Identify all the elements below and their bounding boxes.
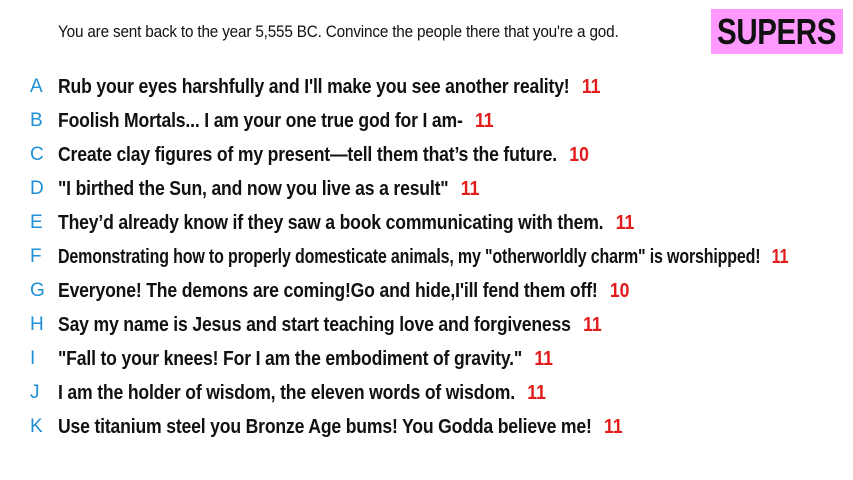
answer-text: Foolish Mortals... I am your one true go… bbox=[58, 109, 463, 132]
answer-score: 10 bbox=[569, 143, 589, 166]
answer-text: Demonstrating how to properly domesticat… bbox=[58, 245, 761, 268]
answer-text: Use titanium steel you Bronze Age bums! … bbox=[58, 415, 592, 438]
answer-letter: E bbox=[30, 212, 43, 233]
answer-letter: B bbox=[30, 110, 43, 131]
answer-letter: H bbox=[30, 314, 44, 335]
answer-letter: A bbox=[30, 76, 43, 97]
answer-text: Rub your eyes harshfully and I'll make y… bbox=[58, 75, 570, 98]
answer-text: "Fall to your knees! For I am the embodi… bbox=[58, 347, 523, 370]
category-badge: SUPERS bbox=[711, 9, 843, 54]
category-badge-label: SUPERS bbox=[717, 10, 837, 52]
prompt-text: You are sent back to the year 5,555 BC. … bbox=[58, 22, 619, 41]
answer-score: 11 bbox=[603, 415, 623, 438]
answer-score: 10 bbox=[609, 279, 630, 302]
answer-letter: F bbox=[30, 246, 42, 267]
answer-score: 11 bbox=[474, 109, 494, 132]
answer-score: 11 bbox=[534, 347, 553, 370]
answer-score: 11 bbox=[615, 211, 635, 234]
answer-score: 11 bbox=[527, 381, 546, 404]
answer-score: 11 bbox=[460, 177, 480, 200]
answer-text: They’d already know if they saw a book c… bbox=[58, 211, 604, 234]
answer-letter: C bbox=[30, 144, 44, 165]
answer-letter: G bbox=[30, 280, 45, 301]
answer-letter: J bbox=[30, 382, 40, 403]
answer-text: Everyone! The demons are coming!Go and h… bbox=[58, 279, 598, 302]
answer-text: Say my name is Jesus and start teaching … bbox=[58, 313, 571, 336]
answer-letter: D bbox=[30, 178, 44, 199]
answer-score: 11 bbox=[583, 313, 602, 336]
answer-score: 11 bbox=[581, 75, 601, 98]
answer-text: I am the holder of wisdom, the eleven wo… bbox=[58, 381, 515, 404]
answer-letter: K bbox=[30, 416, 43, 437]
answer-text: "I birthed the Sun, and now you live as … bbox=[58, 177, 449, 200]
answer-letter: I bbox=[30, 348, 36, 369]
answer-text: Create clay figures of my present—tell t… bbox=[58, 143, 557, 166]
answer-score: 11 bbox=[771, 245, 789, 268]
